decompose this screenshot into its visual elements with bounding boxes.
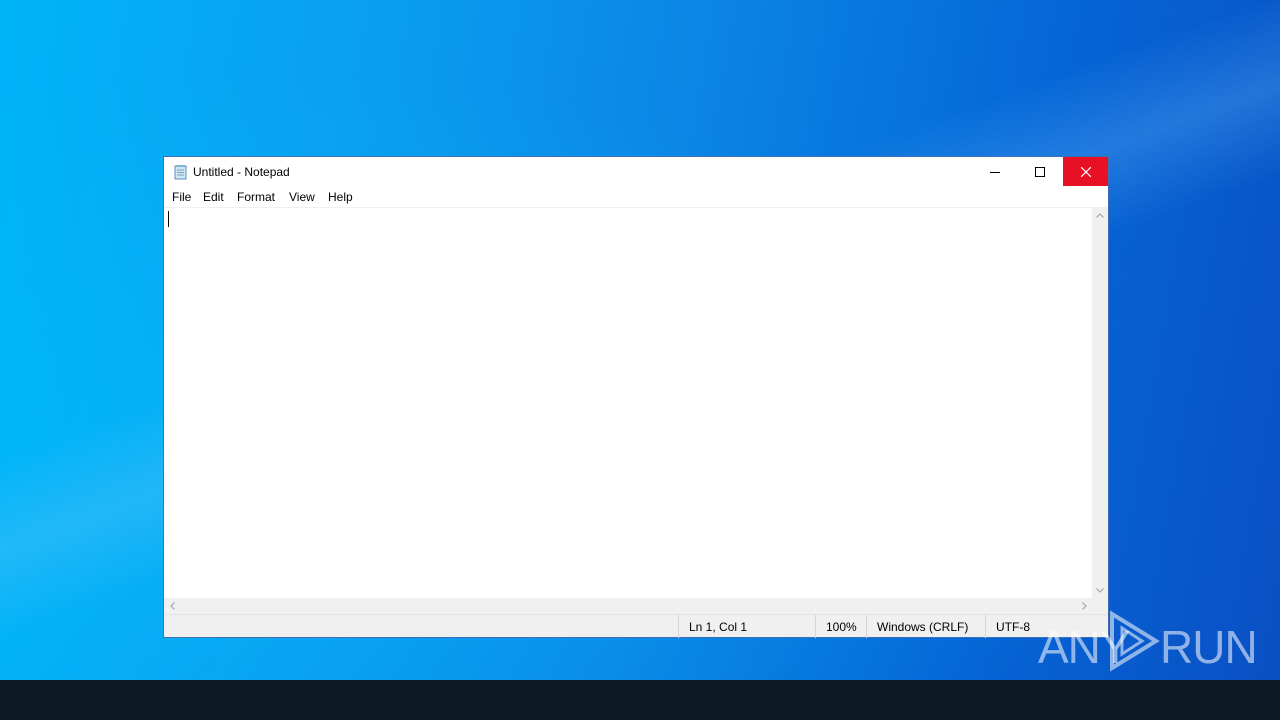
minimize-button[interactable]	[972, 157, 1017, 186]
title-bar[interactable]: Untitled - Notepad	[164, 157, 1108, 187]
status-position: Ln 1, Col 1	[678, 615, 818, 638]
status-zoom: 100%	[815, 615, 867, 638]
menu-edit[interactable]: Edit	[203, 190, 224, 204]
text-caret	[168, 211, 169, 227]
maximize-icon	[1034, 166, 1045, 177]
window-title: Untitled - Notepad	[193, 165, 290, 179]
taskbar	[0, 680, 1280, 720]
menu-view[interactable]: View	[289, 190, 315, 204]
minimize-icon	[989, 171, 1000, 173]
scroll-left-arrow[interactable]	[164, 598, 180, 614]
close-button[interactable]	[1063, 157, 1108, 186]
menu-format[interactable]: Format	[237, 190, 275, 204]
chevron-up-icon	[1096, 212, 1104, 218]
scroll-up-arrow[interactable]	[1092, 207, 1108, 223]
chevron-down-icon	[1096, 587, 1104, 593]
vertical-scrollbar[interactable]	[1092, 207, 1108, 598]
status-bar: Ln 1, Col 1 100% Windows (CRLF) UTF-8	[164, 614, 1108, 638]
notepad-window: Untitled - Notepad File Edit Format View…	[163, 156, 1109, 638]
horizontal-scrollbar[interactable]	[164, 598, 1092, 614]
scroll-down-arrow[interactable]	[1092, 582, 1108, 598]
anyrun-watermark: ANY RUN	[1038, 608, 1258, 674]
menu-bar: File Edit Format View Help	[164, 187, 1108, 207]
text-editor[interactable]	[164, 207, 1092, 598]
watermark-right: RUN	[1160, 621, 1258, 673]
notepad-icon	[174, 165, 187, 180]
status-line-ending: Windows (CRLF)	[866, 615, 986, 638]
menu-help[interactable]: Help	[328, 190, 353, 204]
maximize-button[interactable]	[1017, 157, 1062, 186]
chevron-left-icon	[169, 602, 175, 610]
play-logo-icon	[1110, 610, 1160, 672]
menu-file[interactable]: File	[172, 190, 191, 204]
close-icon	[1080, 166, 1091, 177]
